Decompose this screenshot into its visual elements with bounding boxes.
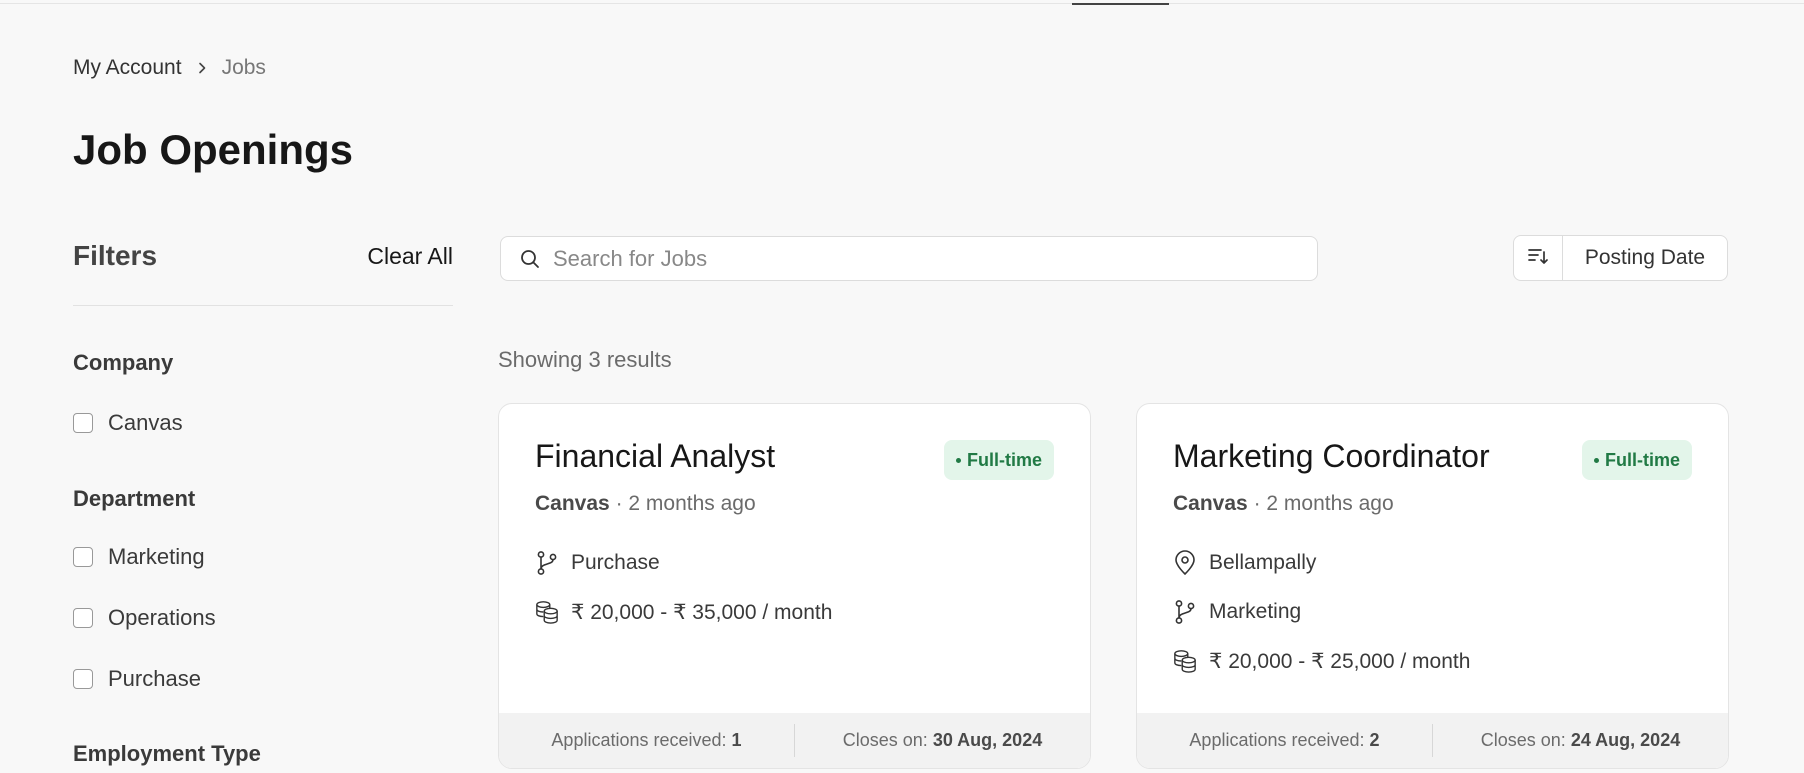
filter-group-title: Department [73,486,196,511]
closing-date: Closes on: 30 Aug, 2024 [795,730,1090,751]
sort-control: Posting Date [1513,235,1728,281]
job-card[interactable]: Marketing Coordinator Full-time Canvas ·… [1136,403,1729,769]
filter-option-label: Purchase [108,666,201,691]
department-label: Marketing [1209,600,1302,623]
chevron-right-icon [194,60,210,76]
breadcrumb-jobs: Jobs [221,56,266,79]
checkbox[interactable] [73,608,93,628]
closes-date: 30 Aug, 2024 [932,730,1043,750]
checkbox[interactable] [73,669,93,689]
map-pin-icon [1173,550,1197,576]
location-label: Bellampally [1209,551,1317,574]
card-footer: Applications received: 2 Closes on: 24 A… [1137,713,1728,768]
filter-group-department: Department Marketing Operations Purchase [73,486,216,692]
filter-group-employment-type: Employment Type [73,741,261,767]
applications-received: Applications received: 2 [1137,730,1432,751]
job-salary: ₹ 20,000 - ₹ 35,000 / month [535,599,832,625]
checkbox[interactable] [73,547,93,567]
breadcrumb: My Account Jobs [73,56,266,80]
filters-header: Filters Clear All [73,240,453,272]
job-meta: Canvas · 2 months ago [1173,492,1394,516]
clear-all-button[interactable]: Clear All [367,243,453,270]
company-name: Canvas [1173,492,1248,515]
salary-label: ₹ 20,000 - ₹ 35,000 / month [571,600,833,624]
breadcrumb-my-account[interactable]: My Account [73,56,182,80]
posted-time: · 2 months ago [615,492,756,515]
filter-option-label: Marketing [108,544,205,569]
closes-date: 24 Aug, 2024 [1570,730,1681,750]
filter-group-title: Company [73,350,174,375]
filter-option-marketing[interactable]: Marketing [73,544,216,570]
checkbox[interactable] [73,413,93,433]
job-department: Marketing [1173,599,1301,625]
page-title: Job Openings [73,126,354,173]
employment-type-badge: Full-time [1582,440,1692,480]
filter-option-label: Canvas [108,410,183,435]
results-count: Showing 3 results [498,347,672,372]
sort-direction-button[interactable] [1514,236,1563,280]
sort-desc-icon [1526,244,1550,273]
filter-group-title: Employment Type [73,741,261,766]
filters-divider [73,305,453,306]
posted-time: · 2 months ago [1253,492,1394,515]
job-title: Marketing Coordinator [1173,438,1490,474]
job-salary: ₹ 20,000 - ₹ 25,000 / month [1173,648,1470,674]
search-icon [519,248,541,270]
closing-date: Closes on: 24 Aug, 2024 [1433,730,1728,751]
applications-received: Applications received: 1 [499,730,794,751]
badge-dot [1594,457,1599,463]
git-branch-icon [535,550,559,576]
coins-icon [535,599,559,625]
applications-label: Applications received: [551,730,727,750]
search-input[interactable] [553,245,1253,272]
git-branch-icon [1173,599,1197,625]
filter-option-purchase[interactable]: Purchase [73,666,216,692]
applications-count: 2 [1369,730,1380,750]
job-card[interactable]: Financial Analyst Full-time Canvas · 2 m… [498,403,1091,769]
filters-title: Filters [73,240,158,271]
card-footer: Applications received: 1 Closes on: 30 A… [499,713,1090,768]
sort-by-dropdown[interactable]: Posting Date [1563,236,1727,280]
applications-label: Applications received: [1189,730,1365,750]
filter-option-canvas[interactable]: Canvas [73,410,183,436]
job-location: Bellampally [1173,550,1316,576]
filter-option-operations[interactable]: Operations [73,605,216,631]
filter-group-company: Company Canvas [73,350,183,436]
job-meta: Canvas · 2 months ago [535,492,756,516]
badge-label: Full-time [967,449,1042,470]
department-label: Purchase [571,551,660,574]
salary-label: ₹ 20,000 - ₹ 25,000 / month [1209,649,1471,673]
closes-label: Closes on: [1480,730,1566,750]
badge-label: Full-time [1605,449,1680,470]
active-tab-indicator [1072,3,1169,5]
job-department: Purchase [535,550,660,576]
company-name: Canvas [535,492,610,515]
coins-icon [1173,648,1197,674]
applications-count: 1 [731,730,742,750]
employment-type-badge: Full-time [944,440,1054,480]
search-box[interactable] [500,236,1318,281]
job-title: Financial Analyst [535,438,776,474]
filter-option-label: Operations [108,605,216,630]
badge-dot [956,457,961,463]
closes-label: Closes on: [842,730,928,750]
top-tab-bar [0,0,1804,5]
